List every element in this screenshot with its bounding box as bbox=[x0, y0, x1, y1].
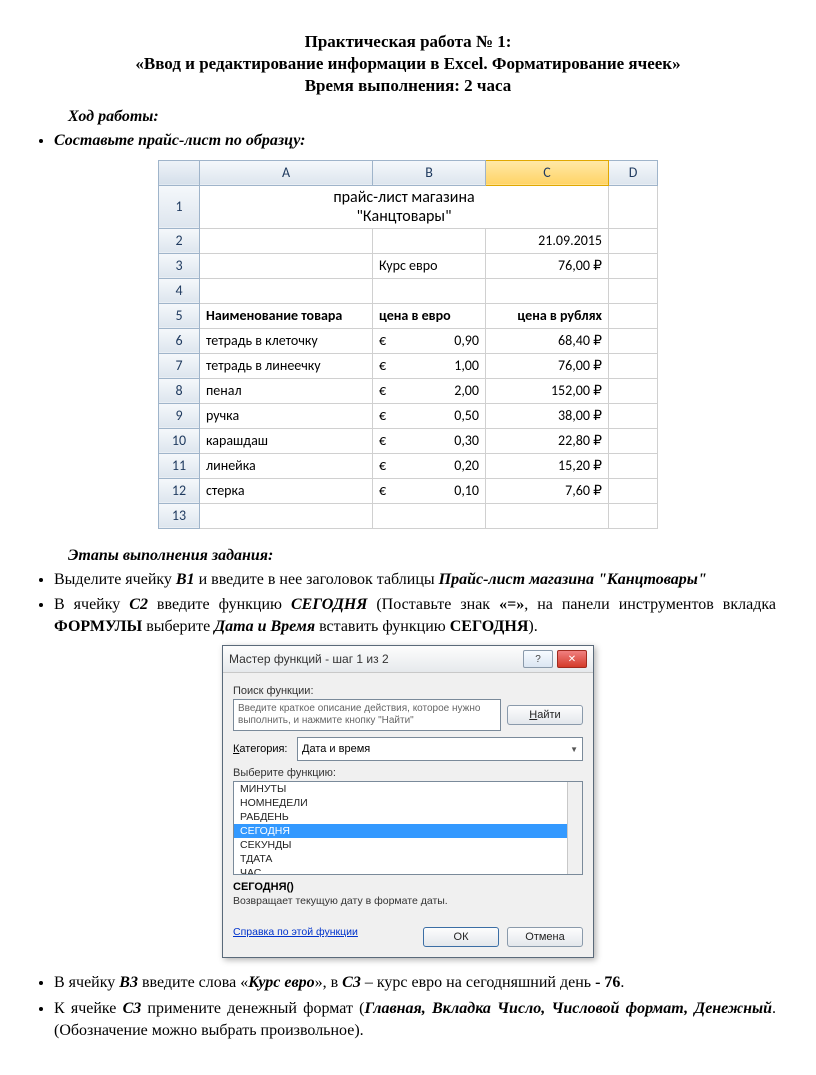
step-5: К ячейке С3 примените денежный формат (Г… bbox=[54, 998, 776, 1041]
doc-title-3: Время выполнения: 2 часа bbox=[40, 76, 776, 96]
excel-sample-table: A B C D 1 прайс-лист магазина "Канцтовар… bbox=[158, 160, 658, 529]
step-2: Выделите ячейку В1 и введите в нее загол… bbox=[54, 569, 776, 591]
help-icon[interactable]: ? bbox=[523, 650, 553, 668]
table-row: 11 линейка €0,20 15,20 ₽ bbox=[159, 453, 658, 478]
list-item[interactable]: СЕКУНДЫ bbox=[234, 838, 582, 852]
table-row: 12 стерка €0,10 7,60 ₽ bbox=[159, 478, 658, 503]
list-item[interactable]: ТДАТА bbox=[234, 852, 582, 866]
find-button[interactable]: Найти bbox=[507, 705, 583, 725]
section-heading-2: Этапы выполнения задания: bbox=[68, 547, 776, 565]
search-input[interactable]: Введите краткое описание действия, котор… bbox=[233, 699, 501, 731]
cell-date: 21.09.2015 bbox=[486, 228, 609, 253]
col-D: D bbox=[609, 160, 658, 185]
function-listbox[interactable]: МИНУТЫ НОМНЕДЕЛИ РАБДЕНЬ СЕГОДНЯ СЕКУНДЫ… bbox=[233, 781, 583, 875]
list-item-selected[interactable]: СЕГОДНЯ bbox=[234, 824, 582, 838]
list-item[interactable]: ЧАС bbox=[234, 866, 582, 875]
chevron-down-icon: ▼ bbox=[570, 745, 578, 754]
hdr-euro: цена в евро bbox=[373, 303, 486, 328]
dialog-title: Мастер функций - шаг 1 из 2 bbox=[229, 652, 389, 666]
merged-title-l2: "Канцтовары" bbox=[206, 207, 602, 226]
list-item[interactable]: РАБДЕНЬ bbox=[234, 810, 582, 824]
scrollbar[interactable] bbox=[567, 782, 582, 874]
category-label: Категория: bbox=[233, 743, 291, 755]
merged-title-l1: прайс-лист магазина bbox=[206, 188, 602, 207]
table-row: 10 карашдаш €0,30 22,80 ₽ bbox=[159, 428, 658, 453]
table-row: 6 тетрадь в клеточку €0,90 68,40 ₽ bbox=[159, 328, 658, 353]
ok-button[interactable]: ОК bbox=[423, 927, 499, 947]
close-icon[interactable]: ✕ bbox=[557, 650, 587, 668]
step-3: В ячейку С2 введите функцию СЕГОДНЯ (Пос… bbox=[54, 594, 776, 637]
function-wizard-dialog: Мастер функций - шаг 1 из 2 ? ✕ Поиск фу… bbox=[222, 645, 594, 958]
cell-rate-value: 76,00 ₽ bbox=[486, 253, 609, 278]
hdr-rub: цена в рублях bbox=[486, 303, 609, 328]
cancel-button[interactable]: Отмена bbox=[507, 927, 583, 947]
doc-title-2: «Ввод и редактирование информации в Exce… bbox=[40, 54, 776, 74]
step-4: В ячейку В3 введите слова «Курс евро», в… bbox=[54, 972, 776, 994]
table-row: 9 ручка €0,50 38,00 ₽ bbox=[159, 403, 658, 428]
step-1: Составьте прайс-лист по образцу: bbox=[54, 130, 776, 152]
function-signature: СЕГОДНЯ() bbox=[233, 881, 583, 893]
col-B: B bbox=[373, 160, 486, 185]
help-link[interactable]: Справка по этой функции bbox=[233, 926, 358, 938]
list-item[interactable]: МИНУТЫ bbox=[234, 782, 582, 796]
section-heading-1: Ход работы: bbox=[68, 108, 776, 126]
col-C: C bbox=[486, 160, 609, 185]
list-item[interactable]: НОМНЕДЕЛИ bbox=[234, 796, 582, 810]
cell-rate-label: Курс евро bbox=[373, 253, 486, 278]
doc-title-1: Практическая работа № 1: bbox=[40, 32, 776, 52]
function-description: Возвращает текущую дату в формате даты. bbox=[233, 895, 583, 907]
col-A: A bbox=[200, 160, 373, 185]
search-label: Поиск функции: bbox=[233, 685, 583, 697]
hdr-name: Наименование товара bbox=[200, 303, 373, 328]
table-row: 8 пенал €2,00 152,00 ₽ bbox=[159, 378, 658, 403]
table-row: 7 тетрадь в линеечку €1,00 76,00 ₽ bbox=[159, 353, 658, 378]
select-fn-label: Выберите функцию: bbox=[233, 767, 583, 779]
category-combo[interactable]: Дата и время ▼ bbox=[297, 737, 583, 761]
